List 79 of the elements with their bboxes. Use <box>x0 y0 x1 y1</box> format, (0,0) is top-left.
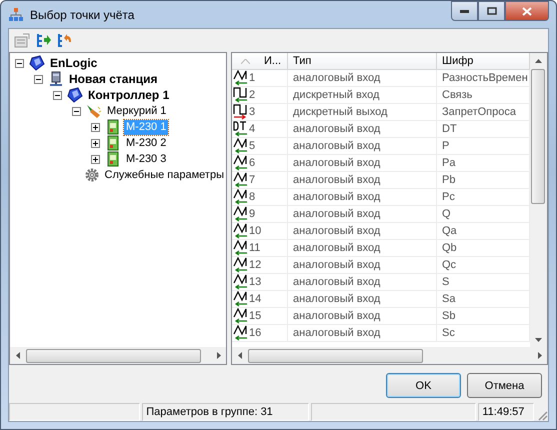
plug-icon <box>86 103 102 119</box>
table-cell: аналоговый вход <box>288 223 437 239</box>
table-cell: дискретный вход <box>288 87 437 103</box>
table-cell: аналоговый вход <box>288 189 437 205</box>
cancel-button[interactable]: Отмена <box>467 373 542 398</box>
table-cell: 15 <box>249 310 262 322</box>
expander-icon[interactable] <box>72 106 81 116</box>
tree-item[interactable]: EnLogic <box>48 56 100 70</box>
meter-icon <box>105 151 121 167</box>
scrollbar-thumb[interactable] <box>531 69 545 204</box>
table-cell: 2 <box>249 89 256 101</box>
app-icon <box>8 6 24 22</box>
window-title: Выбор точки учёта <box>30 8 136 22</box>
expander-icon[interactable] <box>91 138 100 148</box>
table-cell: 13 <box>249 276 262 288</box>
table-cell: 8 <box>249 191 256 203</box>
table-cell: 6 <box>249 157 256 169</box>
expander-icon[interactable] <box>15 58 24 68</box>
computer-icon <box>48 71 64 87</box>
tree-arrow-icon <box>34 32 50 48</box>
tree-item[interactable]: Новая станция <box>67 72 160 86</box>
table-cell: 16 <box>249 327 262 339</box>
table-cell: аналоговый вход <box>288 274 437 290</box>
table-cell: аналоговый вход <box>288 257 437 273</box>
close-icon <box>522 6 532 16</box>
chip-icon <box>67 87 83 103</box>
minimize-button[interactable] <box>451 1 478 21</box>
expander-icon[interactable] <box>53 90 62 100</box>
close-button[interactable] <box>505 1 549 21</box>
status-text: Параметров в группе: 31 <box>142 403 310 421</box>
tree-item[interactable]: Контроллер 1 <box>86 88 172 102</box>
card-icon <box>14 32 30 48</box>
chip-icon <box>29 55 45 71</box>
table-cell: дискретный выход <box>288 104 437 120</box>
expander-icon[interactable] <box>91 154 100 164</box>
tree-item[interactable]: Меркурий 1 <box>105 104 168 118</box>
table-cell: аналоговый вход <box>288 291 437 307</box>
expander-icon[interactable] <box>91 122 100 132</box>
meter-icon <box>105 119 121 135</box>
table-cell: аналоговый вход <box>288 121 437 137</box>
table-cell: 5 <box>249 140 256 152</box>
tree-item[interactable]: Служебные параметры <box>102 168 226 182</box>
ok-button[interactable]: OK <box>386 373 461 398</box>
table-cell: 3 <box>249 106 256 118</box>
maximize-icon <box>486 7 496 15</box>
expander-icon[interactable] <box>34 74 43 84</box>
table-cell: 7 <box>249 174 256 186</box>
table-cell: 4 <box>249 123 256 135</box>
column-header[interactable]: И... <box>232 53 288 70</box>
column-header[interactable]: Тип <box>288 53 437 70</box>
tree-item[interactable]: M-230 3 <box>124 152 168 166</box>
table-cell: 1 <box>249 72 256 84</box>
table-cell: аналоговый вход <box>288 308 437 324</box>
tree-undo-icon <box>56 32 72 48</box>
table-cell: аналоговый вход <box>288 206 437 222</box>
toolbar-button[interactable] <box>55 32 72 49</box>
table-cell: 11 <box>249 242 260 254</box>
column-header[interactable]: Шифр <box>437 53 530 70</box>
status-time: 11:49:57 <box>478 403 534 421</box>
resize-grip-icon <box>536 409 548 421</box>
maximize-button[interactable] <box>478 1 505 21</box>
table-cell: аналоговый вход <box>288 155 437 171</box>
table-cell: аналоговый вход <box>288 172 437 188</box>
scrollbar-thumb[interactable] <box>26 348 201 362</box>
toolbar-button[interactable] <box>34 32 51 49</box>
table-cell: аналоговый вход <box>288 70 437 86</box>
table-cell: аналоговый вход <box>288 240 437 256</box>
meter-icon <box>105 135 121 151</box>
table-cell: аналоговый вход <box>288 138 437 154</box>
scrollbar-thumb[interactable] <box>248 348 423 362</box>
table-cell: аналоговый вход <box>288 325 437 341</box>
gear-icon <box>84 167 100 183</box>
table-cell: 12 <box>249 259 262 271</box>
table-cell: 14 <box>249 293 262 305</box>
table-cell: 10 <box>249 225 262 237</box>
table-cell: 9 <box>249 208 256 220</box>
sort-icon <box>241 58 250 64</box>
minimize-icon <box>460 10 469 12</box>
tree-item[interactable]: M-230 2 <box>124 136 168 150</box>
